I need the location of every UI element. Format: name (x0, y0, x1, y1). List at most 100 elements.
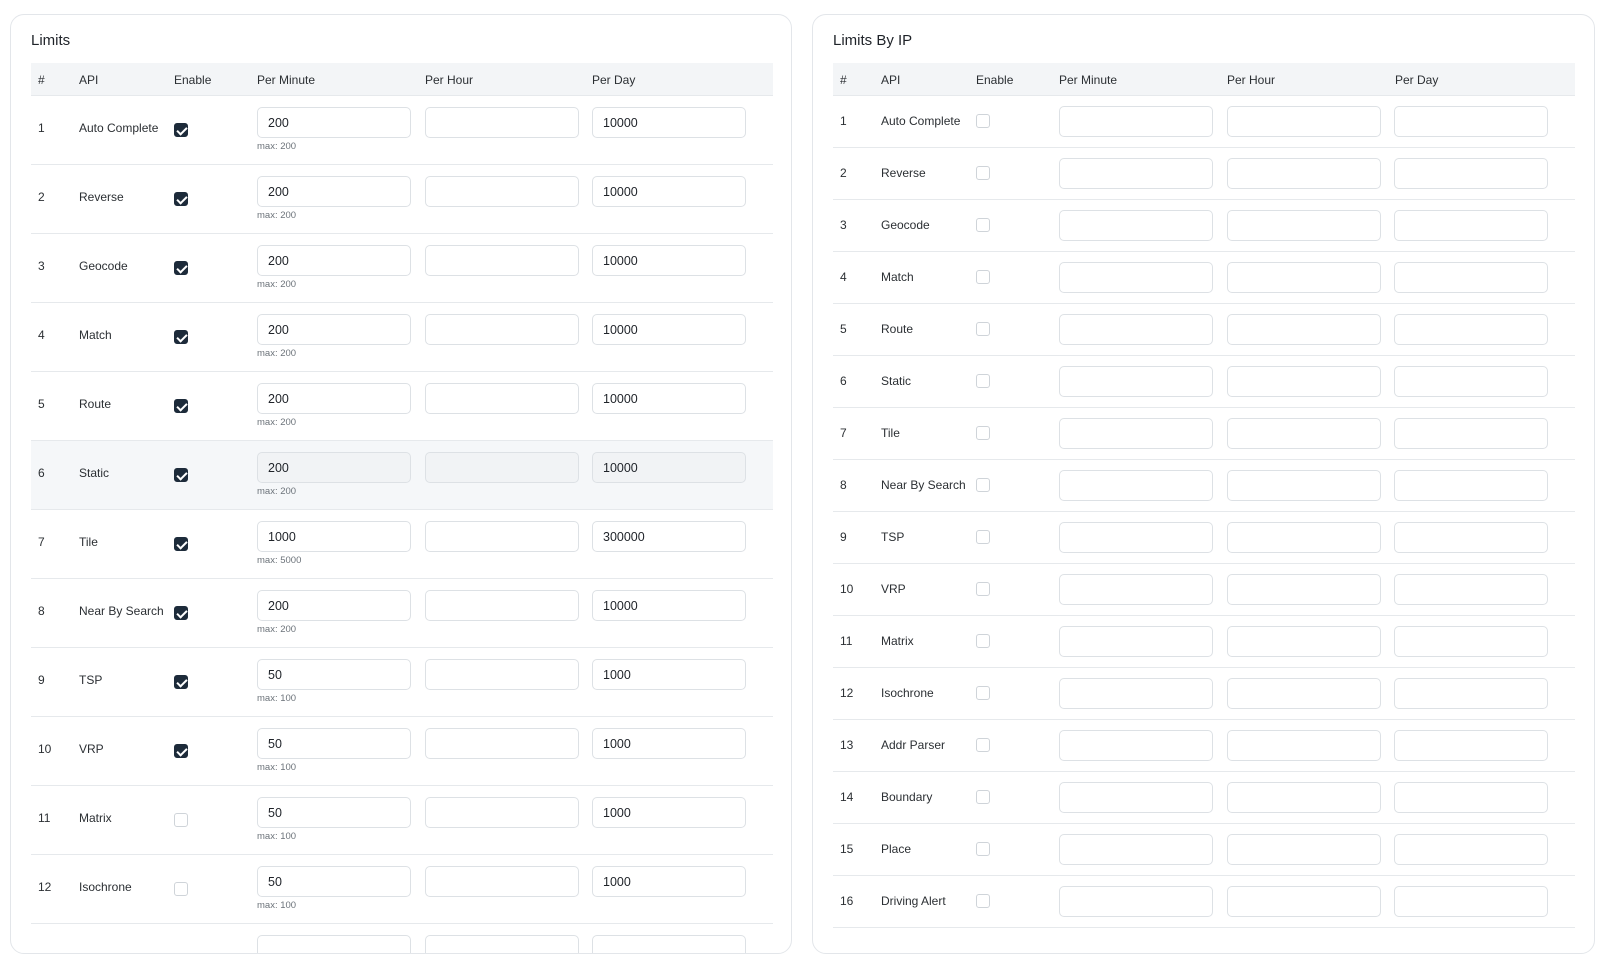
per-day-input[interactable] (1394, 366, 1548, 397)
per-minute-input[interactable] (257, 590, 411, 621)
per-hour-input[interactable] (1227, 106, 1381, 137)
per-hour-input[interactable] (1227, 522, 1381, 553)
per-hour-input[interactable] (425, 314, 579, 345)
per-minute-input[interactable] (1059, 366, 1213, 397)
per-minute-input[interactable] (1059, 574, 1213, 605)
per-minute-input[interactable] (257, 245, 411, 276)
per-hour-input[interactable] (425, 797, 579, 828)
per-minute-input[interactable] (1059, 314, 1213, 345)
enable-checkbox-vrp[interactable] (174, 744, 188, 758)
per-day-input[interactable] (592, 521, 746, 552)
per-minute-input[interactable] (257, 452, 411, 483)
per-hour-input[interactable] (425, 245, 579, 276)
per-hour-input[interactable] (1227, 262, 1381, 293)
enable-checkbox-tsp[interactable] (174, 675, 188, 689)
per-hour-input[interactable] (1227, 314, 1381, 345)
per-day-input[interactable] (1394, 522, 1548, 553)
per-day-input[interactable] (1394, 782, 1548, 813)
per-minute-input[interactable] (1059, 470, 1213, 501)
per-hour-input[interactable] (425, 176, 579, 207)
enable-checkbox-tsp[interactable] (976, 530, 990, 544)
per-minute-input[interactable] (1059, 678, 1213, 709)
enable-checkbox-boundary[interactable] (976, 790, 990, 804)
enable-checkbox-addr-parser[interactable] (976, 738, 990, 752)
per-minute-input[interactable] (1059, 522, 1213, 553)
per-minute-input[interactable] (1059, 886, 1213, 917)
enable-checkbox-matrix[interactable] (174, 813, 188, 827)
per-day-input[interactable] (1394, 574, 1548, 605)
per-minute-input[interactable] (1059, 834, 1213, 865)
per-day-input[interactable] (1394, 626, 1548, 657)
enable-checkbox-geocode[interactable] (174, 261, 188, 275)
per-hour-input[interactable] (425, 728, 579, 759)
per-hour-input[interactable] (1227, 418, 1381, 449)
per-day-input[interactable] (592, 314, 746, 345)
per-minute-input[interactable] (257, 176, 411, 207)
per-hour-input[interactable] (1227, 470, 1381, 501)
per-day-input[interactable] (1394, 418, 1548, 449)
per-hour-input[interactable] (425, 935, 579, 953)
per-hour-input[interactable] (425, 107, 579, 138)
per-hour-input[interactable] (1227, 158, 1381, 189)
per-day-input[interactable] (592, 797, 746, 828)
per-day-input[interactable] (592, 659, 746, 690)
per-minute-input[interactable] (257, 383, 411, 414)
enable-checkbox-match[interactable] (174, 330, 188, 344)
per-minute-input[interactable] (1059, 210, 1213, 241)
enable-checkbox-reverse[interactable] (174, 192, 188, 206)
enable-checkbox-place[interactable] (976, 842, 990, 856)
per-day-input[interactable] (1394, 158, 1548, 189)
per-day-input[interactable] (1394, 106, 1548, 137)
per-minute-input[interactable] (257, 314, 411, 345)
per-day-input[interactable] (1394, 678, 1548, 709)
per-minute-input[interactable] (1059, 106, 1213, 137)
per-day-input[interactable] (592, 383, 746, 414)
enable-checkbox-auto-complete[interactable] (174, 123, 188, 137)
enable-checkbox-static[interactable] (976, 374, 990, 388)
per-minute-input[interactable] (257, 107, 411, 138)
per-hour-input[interactable] (425, 659, 579, 690)
per-day-input[interactable] (1394, 470, 1548, 501)
enable-checkbox-near-by-search[interactable] (174, 606, 188, 620)
per-hour-input[interactable] (1227, 678, 1381, 709)
per-hour-input[interactable] (425, 866, 579, 897)
per-minute-input[interactable] (257, 728, 411, 759)
enable-checkbox-static[interactable] (174, 468, 188, 482)
enable-checkbox-tile[interactable] (976, 426, 990, 440)
enable-checkbox-matrix[interactable] (976, 634, 990, 648)
enable-checkbox-tile[interactable] (174, 537, 188, 551)
per-day-input[interactable] (1394, 314, 1548, 345)
per-day-input[interactable] (592, 176, 746, 207)
enable-checkbox-vrp[interactable] (976, 582, 990, 596)
per-day-input[interactable] (592, 245, 746, 276)
per-day-input[interactable] (1394, 886, 1548, 917)
per-hour-input[interactable] (1227, 626, 1381, 657)
per-hour-input[interactable] (1227, 210, 1381, 241)
enable-checkbox-driving-alert[interactable] (976, 894, 990, 908)
per-minute-input[interactable] (1059, 730, 1213, 761)
per-minute-input[interactable] (257, 935, 411, 953)
enable-checkbox-match[interactable] (976, 270, 990, 284)
per-minute-input[interactable] (257, 866, 411, 897)
enable-checkbox-route[interactable] (174, 399, 188, 413)
per-hour-input[interactable] (425, 452, 579, 483)
enable-checkbox-isochrone[interactable] (976, 686, 990, 700)
per-hour-input[interactable] (1227, 366, 1381, 397)
per-hour-input[interactable] (425, 521, 579, 552)
per-day-input[interactable] (592, 590, 746, 621)
per-day-input[interactable] (1394, 834, 1548, 865)
enable-checkbox-near-by-search[interactable] (976, 478, 990, 492)
per-day-input[interactable] (592, 452, 746, 483)
per-day-input[interactable] (1394, 730, 1548, 761)
per-day-input[interactable] (592, 728, 746, 759)
per-day-input[interactable] (592, 935, 746, 953)
per-day-input[interactable] (1394, 262, 1548, 293)
enable-checkbox-isochrone[interactable] (174, 882, 188, 896)
per-minute-input[interactable] (1059, 158, 1213, 189)
per-hour-input[interactable] (1227, 730, 1381, 761)
per-minute-input[interactable] (1059, 626, 1213, 657)
per-day-input[interactable] (592, 866, 746, 897)
per-minute-input[interactable] (257, 659, 411, 690)
per-minute-input[interactable] (1059, 418, 1213, 449)
per-minute-input[interactable] (257, 521, 411, 552)
